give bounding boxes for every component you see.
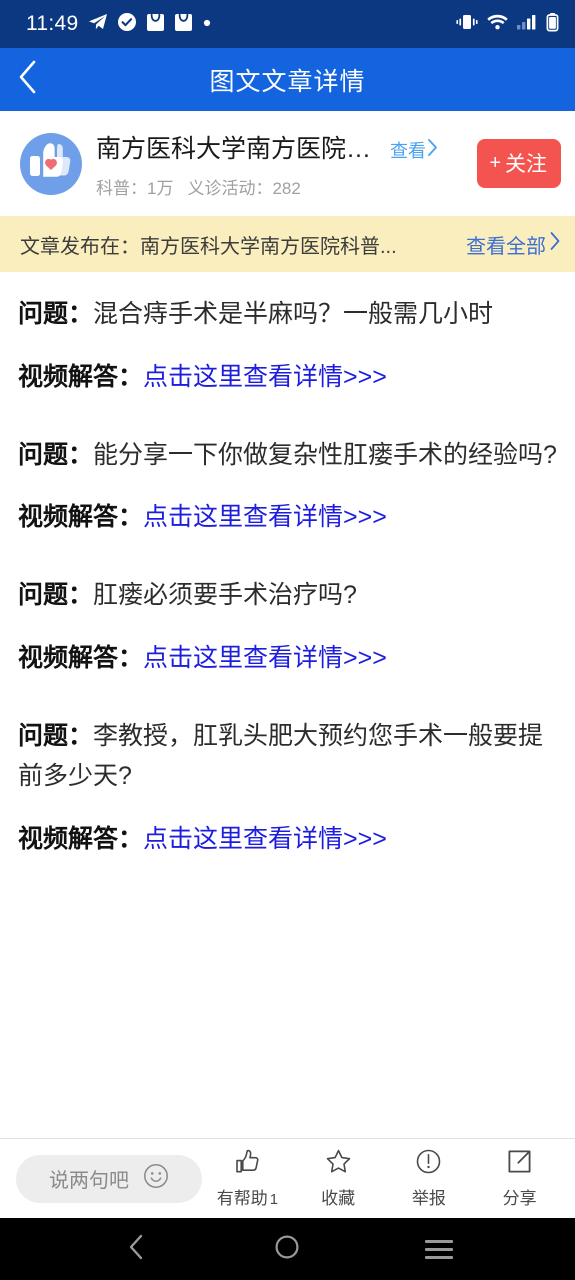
star-icon <box>325 1148 352 1180</box>
comment-input[interactable]: 说两句吧 <box>16 1154 202 1203</box>
phone-screen: 11:49 图文文章详情 南方医科大学南方医院科... 查看 科普：1万 义诊活… <box>0 0 575 1280</box>
bag-icon <box>146 12 165 37</box>
report-label: 举报 <box>411 1189 446 1208</box>
account-name-row: 南方医科大学南方医院科... 查看 <box>96 129 471 165</box>
view-all-link[interactable]: 查看全部 <box>466 230 561 259</box>
back-button[interactable] <box>0 48 56 111</box>
question-label: 问题： <box>18 581 94 609</box>
hamburger-icon <box>425 1239 454 1259</box>
share-label: 分享 <box>502 1189 537 1208</box>
exclamation-circle-icon <box>415 1148 442 1180</box>
share-arrow-icon <box>506 1148 533 1180</box>
plus-icon: + <box>489 152 501 174</box>
chevron-right-icon <box>427 138 438 162</box>
helpful-count: 1 <box>269 1191 279 1208</box>
question-line: 问题：肛瘘必须要手术治疗吗? <box>18 575 557 616</box>
helpful-button[interactable]: 有帮助 1 <box>210 1148 284 1209</box>
report-button[interactable]: 举报 <box>392 1148 466 1209</box>
view-profile-label: 查看 <box>390 140 426 161</box>
question-text: 肛瘘必须要手术治疗吗? <box>93 581 357 609</box>
page-title: 图文文章详情 <box>209 67 366 96</box>
avatar[interactable] <box>20 132 82 195</box>
comment-placeholder: 说两句吧 <box>49 1170 129 1192</box>
follow-button[interactable]: + 关注 <box>477 139 561 188</box>
favorite-button[interactable]: 收藏 <box>301 1148 375 1209</box>
nav-home-button[interactable] <box>252 1218 322 1280</box>
favorite-label: 收藏 <box>321 1189 356 1208</box>
share-button[interactable]: 分享 <box>483 1148 557 1209</box>
question-text: 混合痔手术是半麻吗？一般需几小时 <box>93 300 494 328</box>
action-buttons: 有帮助 1 收藏 举报 分享 <box>202 1148 565 1209</box>
stat-clinic-label: 义诊活动： <box>187 178 273 198</box>
battery-icon <box>546 12 559 37</box>
account-stats: 科普：1万 义诊活动：282 <box>96 174 471 199</box>
qa-block: 问题：能分享一下你做复杂性肛瘘手术的经验吗? 视频解答：点击这里查看详情>>> <box>18 435 557 538</box>
answer-line: 视频解答：点击这里查看详情>>> <box>18 638 557 678</box>
qa-block: 问题：李教授，肛乳头肥大预约您手术一般要提前多少天? 视频解答：点击这里查看详情… <box>18 716 557 859</box>
circle-icon <box>274 1234 300 1265</box>
question-line: 问题：能分享一下你做复杂性肛瘘手术的经验吗? <box>18 435 557 476</box>
chevron-right-icon <box>549 231 561 257</box>
answer-line: 视频解答：点击这里查看详情>>> <box>18 497 557 537</box>
qa-block: 问题：肛瘘必须要手术治疗吗? 视频解答：点击这里查看详情>>> <box>18 575 557 678</box>
source-text: 文章发布在：南方医科大学南方医院科普... <box>20 235 397 258</box>
question-label: 问题： <box>18 440 94 469</box>
view-all-label: 查看全部 <box>466 235 546 258</box>
answer-label: 视频解答： <box>18 643 144 672</box>
qa-block: 问题：混合痔手术是半麻吗？一般需几小时 视频解答：点击这里查看详情>>> <box>18 294 557 397</box>
answer-line: 视频解答：点击这里查看详情>>> <box>18 357 557 397</box>
status-bar-right <box>456 12 559 37</box>
chevron-left-icon <box>17 59 39 100</box>
status-bar: 11:49 <box>0 0 575 48</box>
telegram-icon <box>88 12 108 37</box>
question-label: 问题： <box>18 721 94 750</box>
dot-icon <box>202 12 212 37</box>
question-text: 能分享一下你做复杂性肛瘘手术的经验吗? <box>93 440 557 469</box>
stat-science-label: 科普： <box>96 178 147 198</box>
action-bar: 说两句吧 有帮助 1 收藏 举报 分享 <box>0 1138 575 1218</box>
question-line: 问题：李教授，肛乳头肥大预约您手术一般要提前多少天? <box>18 716 557 797</box>
chevron-left-icon <box>126 1233 146 1266</box>
question-label: 问题： <box>18 300 94 328</box>
question-line: 问题：混合痔手术是半麻吗？一般需几小时 <box>18 294 557 335</box>
title-bar: 图文文章详情 <box>0 48 575 111</box>
android-nav-bar <box>0 1218 575 1280</box>
check-circle-icon <box>117 12 137 37</box>
stat-science-value: 1万 <box>147 178 174 198</box>
question-text: 李教授，肛乳头肥大预约您手术一般要提前多少天? <box>18 721 544 791</box>
wifi-icon <box>487 13 508 36</box>
answer-link[interactable]: 点击这里查看详情>>> <box>143 503 387 531</box>
thumbs-up-icon <box>234 1148 261 1180</box>
stat-clinic-value: 282 <box>272 178 301 198</box>
status-clock: 11:49 <box>26 12 79 35</box>
account-info: 南方医科大学南方医院科... 查看 科普：1万 义诊活动：282 <box>82 129 471 199</box>
thumbs-up-heart-icon <box>28 140 74 187</box>
answer-link[interactable]: 点击这里查看详情>>> <box>143 825 387 853</box>
answer-label: 视频解答： <box>18 503 144 531</box>
status-bar-left: 11:49 <box>26 12 212 37</box>
bag-icon <box>174 12 193 37</box>
answer-line: 视频解答：点击这里查看详情>>> <box>18 819 557 859</box>
answer-label: 视频解答： <box>18 362 144 391</box>
answer-link[interactable]: 点击这里查看详情>>> <box>143 363 387 391</box>
signal-icon <box>517 13 537 36</box>
answer-link[interactable]: 点击这里查看详情>>> <box>143 644 387 672</box>
account-name: 南方医科大学南方医院科... <box>96 134 386 163</box>
account-header[interactable]: 南方医科大学南方医院科... 查看 科普：1万 义诊活动：282 + 关注 <box>0 111 575 216</box>
source-banner[interactable]: 文章发布在：南方医科大学南方医院科普... 查看全部 <box>0 216 575 272</box>
article-body: 问题：混合痔手术是半麻吗？一般需几小时 视频解答：点击这里查看详情>>> 问题：… <box>0 272 575 1138</box>
follow-button-label: 关注 <box>505 153 547 176</box>
helpful-label: 有帮助 1 <box>216 1189 279 1208</box>
vibrate-icon <box>456 13 478 36</box>
view-profile-link[interactable]: 查看 <box>390 137 438 163</box>
nav-recents-button[interactable] <box>404 1218 474 1280</box>
nav-back-button[interactable] <box>101 1218 171 1280</box>
answer-label: 视频解答： <box>18 824 144 853</box>
smiley-icon[interactable] <box>143 1163 169 1194</box>
